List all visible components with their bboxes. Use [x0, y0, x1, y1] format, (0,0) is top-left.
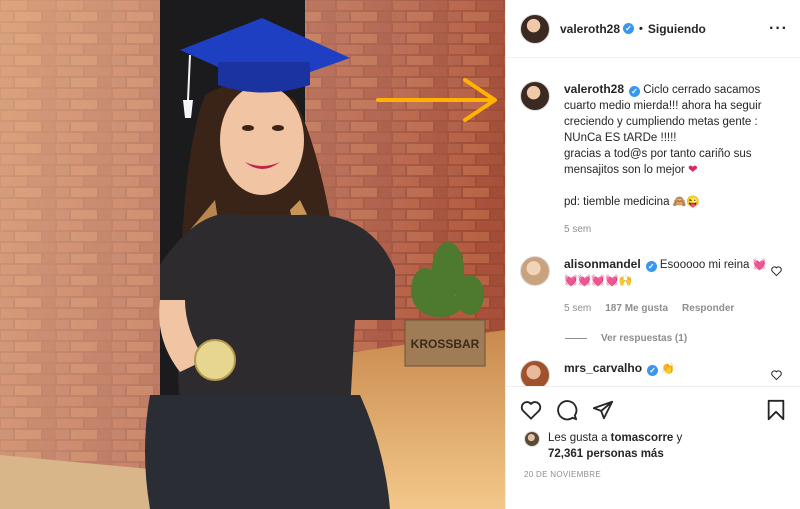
likes-text: Les gusta a tomascorre y 72,361 personas… [548, 430, 682, 462]
post-side-panel: valeroth28 ✓ • Siguiendo ··· valeroth28 ✓… [505, 0, 800, 509]
commenter-avatar[interactable] [520, 360, 550, 386]
action-bar [520, 396, 786, 424]
caption: valeroth28 ✓ Ciclo cerrado sacamos cuarto… [520, 81, 786, 238]
heart-icon[interactable] [520, 400, 542, 420]
comment-icon[interactable] [556, 399, 578, 421]
share-icon[interactable] [592, 399, 614, 421]
commenter-username[interactable]: alisonmandel [564, 257, 641, 271]
comment-likes[interactable]: 187 Me gusta [605, 301, 668, 317]
liker-username[interactable]: tomascorre [611, 432, 674, 444]
comment-like-heart-icon[interactable] [771, 370, 782, 380]
verified-badge-icon: ✓ [629, 86, 641, 97]
red-heart-emoji: ❤ [688, 164, 698, 176]
likes-prefix: Les gusta a [548, 432, 608, 444]
instagram-post: KROSSBAR valeroth28 ✓ • Siguiendo ··· va… [0, 0, 800, 509]
bookmark-icon[interactable] [766, 399, 786, 421]
post-header: valeroth28 ✓ • Siguiendo ··· [506, 0, 800, 58]
caption-text-2: gracias a tod@s por tanto cariño sus men… [564, 148, 752, 176]
caption-text-3: pd: tiemble medicina [564, 196, 670, 208]
caption-meta: 5 sem [564, 222, 769, 238]
replies-line [565, 338, 587, 339]
commenter-avatar[interactable] [520, 256, 550, 286]
caption-emoji: 🙈😜 [672, 196, 701, 208]
verified-badge-icon: ✓ [623, 23, 635, 34]
comment-like-heart-icon[interactable] [771, 266, 782, 276]
likes-mid: y [676, 432, 683, 444]
comment-meta: 5 sem 187 Me gusta Responder [564, 301, 769, 317]
comment-item: mrs_carvalho ✓ 👏 [520, 360, 786, 386]
author-avatar[interactable] [520, 13, 550, 44]
likes-count[interactable]: 72,361 personas más [548, 448, 664, 460]
comment-body: alisonmandel ✓ Esooooo mi reina 💓💓💓💓💓🙌 5 … [564, 256, 769, 317]
likes-summary: Les gusta a tomascorre y 72,361 personas… [524, 430, 786, 462]
verified-badge-icon: ✓ [647, 365, 659, 376]
header-separator: • [639, 22, 643, 35]
post-date[interactable]: 20 DE NOVIEMBRE [524, 470, 601, 479]
post-photo[interactable]: KROSSBAR [0, 0, 505, 509]
krossbar-sign: KROSSBAR [411, 337, 480, 351]
verified-badge-icon: ✓ [645, 261, 657, 272]
author-username[interactable]: valeroth28 [560, 22, 620, 36]
caption-username[interactable]: valeroth28 [564, 82, 624, 96]
caption-body: valeroth28 ✓ Ciclo cerrado sacamos cuarto… [564, 81, 769, 238]
caption-avatar[interactable] [520, 81, 550, 111]
liker-avatar[interactable] [524, 431, 540, 447]
comments-list[interactable]: valeroth28 ✓ Ciclo cerrado sacamos cuarto… [506, 59, 800, 387]
view-replies-label[interactable]: Ver respuestas (1) [601, 333, 687, 344]
comment-text: Esooooo mi reina [659, 259, 750, 271]
more-icon[interactable]: ··· [769, 20, 788, 38]
comment-emoji: 👏 [661, 363, 675, 375]
following-button[interactable]: Siguiendo [648, 22, 706, 36]
comment-body: mrs_carvalho ✓ 👏 [564, 360, 769, 377]
commenter-username[interactable]: mrs_carvalho [564, 361, 642, 375]
comment-item: alisonmandel ✓ Esooooo mi reina 💓💓💓💓💓🙌 5 … [520, 256, 786, 317]
photo-illustration: KROSSBAR [0, 0, 505, 509]
comment-time[interactable]: 5 sem [564, 301, 591, 317]
reply-button[interactable]: Responder [682, 301, 734, 317]
view-replies[interactable]: Ver respuestas (1) [565, 333, 786, 344]
caption-time[interactable]: 5 sem [564, 222, 591, 238]
